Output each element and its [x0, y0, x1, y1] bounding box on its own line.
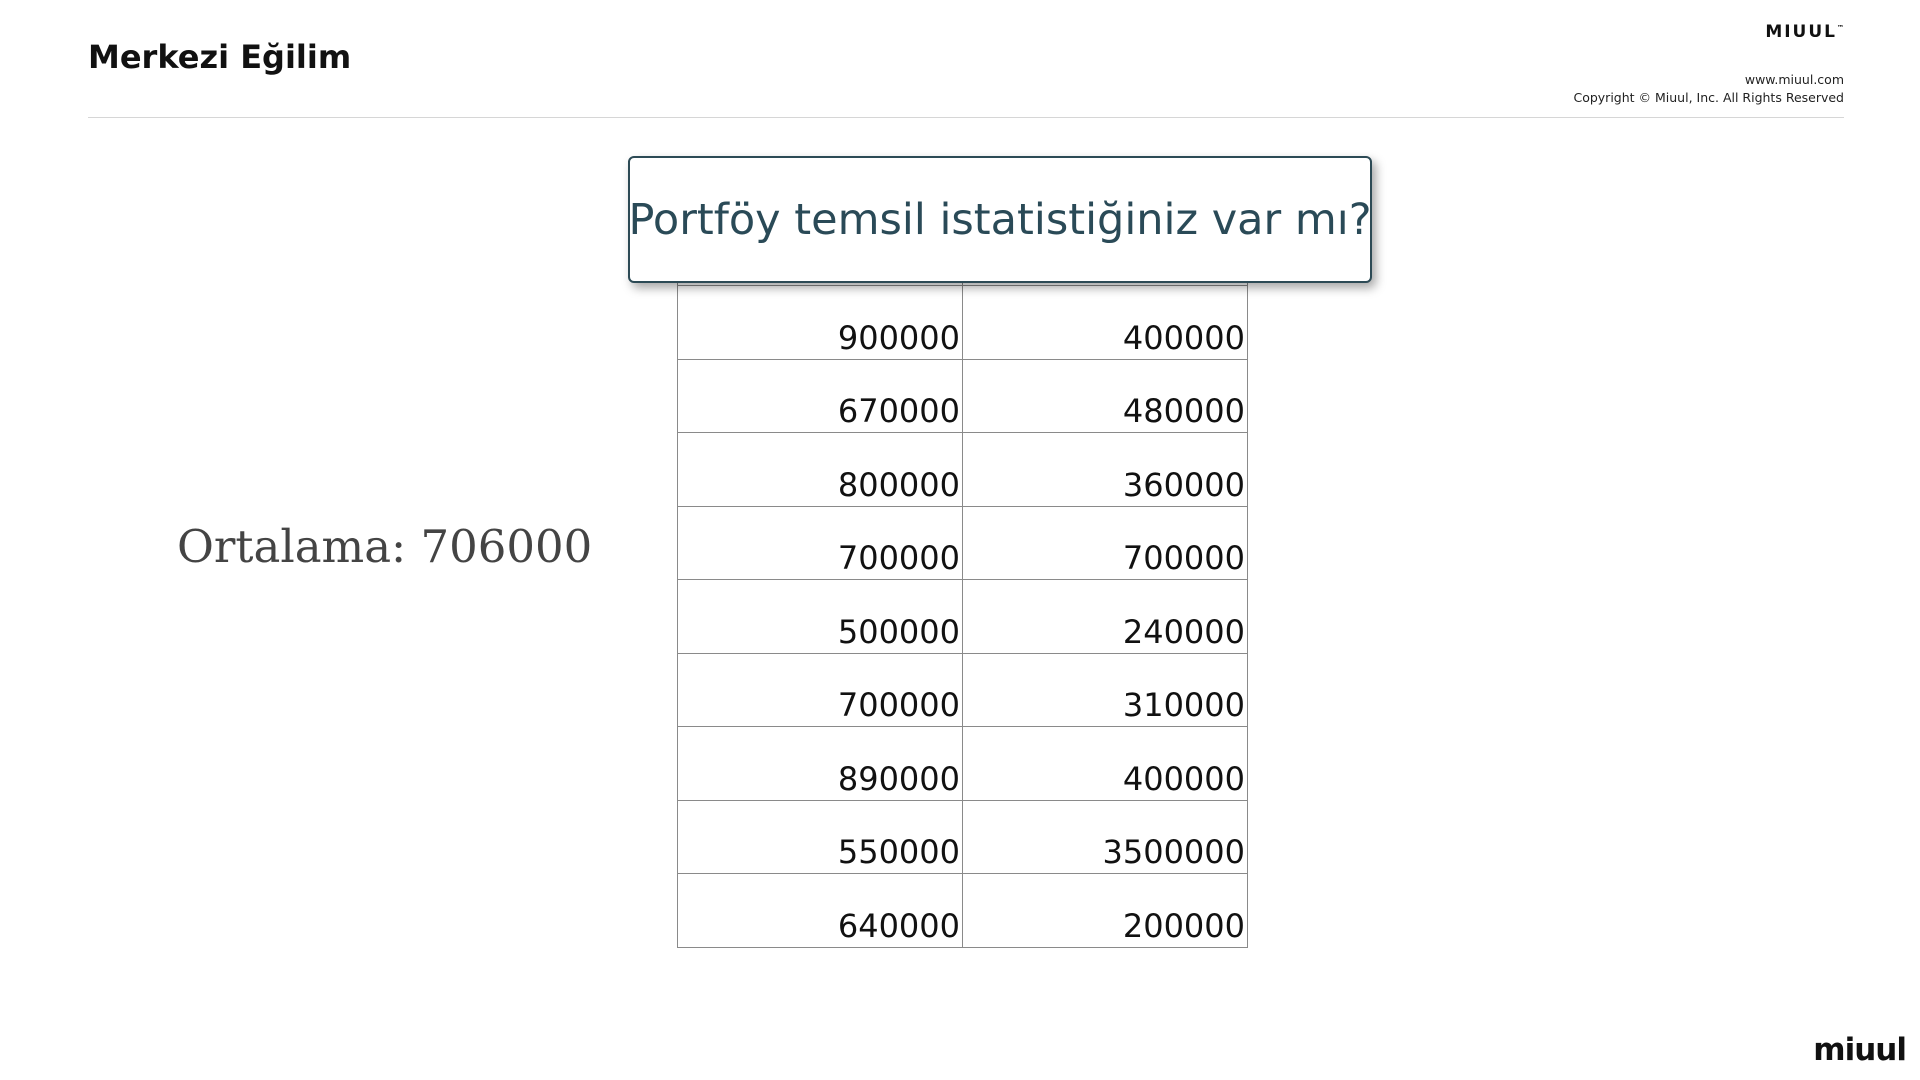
brand-logo-top: MIUUL™ — [1765, 22, 1844, 42]
table-cell: 700000 — [677, 652, 963, 727]
table-cell: 400000 — [962, 726, 1248, 801]
trademark-symbol: ™ — [1837, 24, 1844, 32]
table-cell: 700000 — [962, 505, 1248, 580]
brand-name: MIUUL — [1765, 22, 1837, 42]
question-callout: Portföy temsil istatistiğiniz var mı? — [628, 156, 1372, 283]
table-cell: 640000 — [677, 873, 963, 948]
table-body: 900000 400000 670000 480000 800000 360000 7000… — [677, 210, 1248, 948]
table-cell: 500000 — [677, 579, 963, 654]
table-cell: 360000 — [962, 432, 1248, 507]
table-row: 800000 360000 — [677, 432, 1248, 507]
header-divider — [88, 117, 1844, 118]
table-cell: 200000 — [962, 873, 1248, 948]
table-row: 500000 240000 — [677, 579, 1248, 654]
table-row: 640000 200000 — [677, 873, 1248, 948]
table-cell: 800000 — [677, 432, 963, 507]
table-row: 900000 400000 — [677, 285, 1248, 360]
slide-title: Merkezi Eğilim — [88, 38, 352, 76]
copyright-notice: Copyright © Miuul, Inc. All Rights Reser… — [1573, 90, 1844, 105]
table-cell: 3500000 — [962, 799, 1248, 874]
table-cell: 700000 — [677, 505, 963, 580]
table-row: 890000 400000 — [677, 726, 1248, 801]
table-cell: 400000 — [962, 285, 1248, 360]
brand-logo-bottom: miuul — [1813, 1032, 1907, 1068]
table-cell: 670000 — [677, 358, 963, 433]
data-table: 900000 400000 670000 480000 800000 360000 7000… — [677, 210, 1248, 948]
table-cell: 310000 — [962, 652, 1248, 727]
mean-label: Ortalama: 706000 — [177, 520, 593, 573]
table-cell: 550000 — [677, 799, 963, 874]
table-cell: 890000 — [677, 726, 963, 801]
table-row: 700000 700000 — [677, 505, 1248, 580]
table-cell: 900000 — [677, 285, 963, 360]
table-row: 700000 310000 — [677, 652, 1248, 727]
table-row: 550000 3500000 — [677, 799, 1248, 874]
table-row: 670000 480000 — [677, 358, 1248, 433]
question-text: Portföy temsil istatistiğiniz var mı? — [628, 194, 1372, 245]
site-url: www.miuul.com — [1744, 72, 1844, 87]
table-cell: 480000 — [962, 358, 1248, 433]
table-cell: 240000 — [962, 579, 1248, 654]
